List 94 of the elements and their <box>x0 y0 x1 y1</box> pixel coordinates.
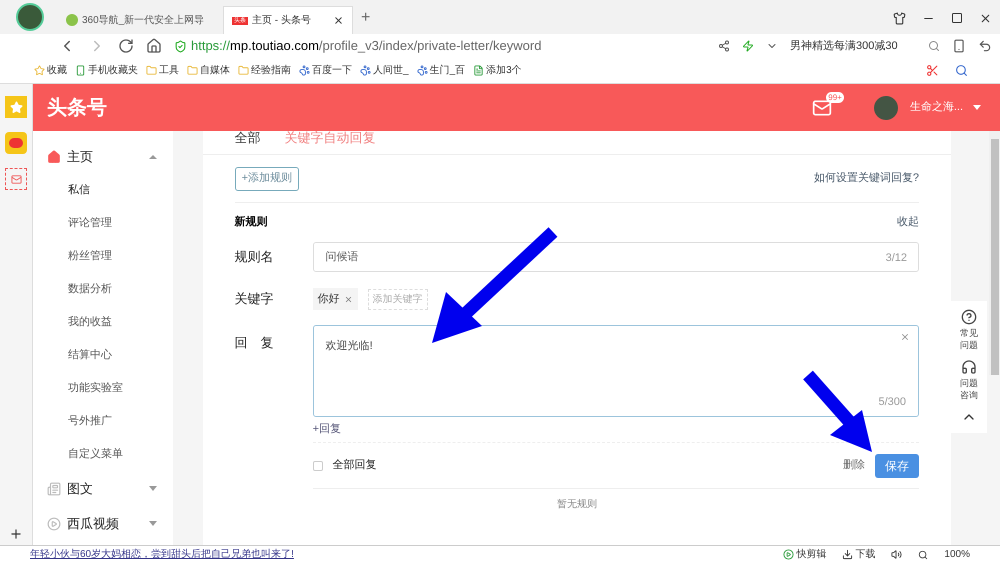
sidebar-item[interactable]: 粉丝管理 <box>33 240 173 273</box>
lightning-icon[interactable] <box>742 40 754 52</box>
star-icon <box>10 100 22 114</box>
sidebar-section[interactable]: 西瓜视频 <box>33 506 173 541</box>
sidebar-section[interactable]: 主页 <box>33 139 173 174</box>
status-item[interactable]: 快剪辑 <box>783 547 826 562</box>
star-icon <box>34 65 45 76</box>
keyword-tag: 你好 <box>312 288 358 310</box>
bookmark-item[interactable]: 经验指南 <box>238 63 291 78</box>
add-rule-button[interactable]: +添加规则 <box>234 166 300 190</box>
question-icon <box>961 309 977 325</box>
tab-icon <box>66 14 78 26</box>
phone-icon <box>75 65 86 76</box>
close-icon[interactable] <box>979 12 992 25</box>
folder-icon <box>238 65 249 76</box>
field-label: 关键字 <box>234 290 275 308</box>
paw-icon <box>299 65 310 76</box>
search-icon[interactable] <box>928 40 940 52</box>
bookmark-item[interactable]: 收藏 <box>34 63 67 78</box>
empty-message: 暂无规则 <box>556 498 597 512</box>
video-icon <box>47 516 61 530</box>
sidebar-item[interactable]: 我的收益 <box>33 306 173 339</box>
bookmark-item[interactable]: 手机收藏夹 <box>75 63 138 78</box>
news-link[interactable]: 年轻小伙与60岁大妈相恋，尝到甜头后把自己兄弟也叫来了! <box>30 547 294 562</box>
field-label: 规则名 <box>234 248 275 266</box>
bookmark-item[interactable]: 生门_百 <box>416 63 466 78</box>
bookmark-item[interactable]: 百度一下 <box>299 63 352 78</box>
zoom-level[interactable]: 100% <box>944 547 970 562</box>
caret-icon[interactable] <box>973 105 981 110</box>
home-icon[interactable] <box>146 38 162 54</box>
search-icon[interactable] <box>955 64 968 77</box>
content-tab[interactable]: 全部 <box>234 128 261 148</box>
zoom-icon[interactable] <box>918 550 928 560</box>
phone-icon[interactable] <box>952 39 966 53</box>
new-tab-button[interactable]: + <box>353 6 378 30</box>
sidebar-item[interactable]: 号外推广 <box>33 405 173 438</box>
bookmark-item[interactable]: 工具 <box>146 63 179 78</box>
bookmark-item[interactable]: 人间世_ <box>360 63 409 78</box>
browser-tab[interactable]: 360导航_新一代安全上网导 <box>58 6 223 34</box>
browser-logo-icon[interactable] <box>16 3 44 31</box>
field-label: 回 复 <box>234 334 275 352</box>
char-count: 3/12 <box>886 251 907 266</box>
search-field[interactable]: 男神精选每满300减30 <box>790 38 940 54</box>
reply-field[interactable]: 欢迎光临! 5/300 <box>312 325 919 417</box>
undo-icon[interactable] <box>978 39 992 53</box>
bookmark-item[interactable]: 自媒体 <box>187 63 230 78</box>
volume-icon[interactable] <box>891 549 902 560</box>
page-icon <box>473 65 484 76</box>
scrollbar[interactable] <box>989 131 1000 375</box>
remove-icon[interactable] <box>344 294 353 304</box>
rule-title: 新规则 <box>234 214 268 230</box>
float-panel-label: 常见问题 <box>959 327 979 351</box>
shield-icon <box>174 40 187 52</box>
char-count: 5/300 <box>878 394 906 410</box>
sidebar-item[interactable]: 自定义菜单 <box>33 438 173 471</box>
user-avatar[interactable] <box>874 96 898 120</box>
status-item[interactable]: 下载 <box>842 547 876 562</box>
delete-link[interactable]: 删除 <box>843 457 865 474</box>
sidebar-item[interactable]: 数据分析 <box>33 273 173 306</box>
help-link[interactable]: 如何设置关键词回复? <box>814 170 919 187</box>
home-icon <box>47 150 61 164</box>
add-reply-link[interactable]: +回复 <box>312 421 342 438</box>
article-icon <box>47 482 61 496</box>
sidebar-item[interactable]: 结算中心 <box>33 339 173 372</box>
tab-title: 主页 - 头条号 <box>252 14 312 28</box>
sidebar-section[interactable]: 图文 <box>33 471 173 506</box>
paw-icon <box>360 65 371 76</box>
tab-title: 360导航_新一代安全上网导 <box>82 14 206 28</box>
reply-all-checkbox[interactable] <box>312 460 323 470</box>
play-icon <box>783 549 794 560</box>
mail-badge: 99+ <box>826 92 844 103</box>
reload-icon[interactable] <box>118 38 134 54</box>
address-field[interactable]: https://mp.toutiao.com/profile_v3/index/private-letter/keyword <box>174 36 674 56</box>
bookmark-item[interactable]: 添加3个 <box>473 63 522 78</box>
headset-icon <box>961 359 977 375</box>
email-icon[interactable] <box>5 168 27 190</box>
sidebar-item[interactable]: 评论管理 <box>33 207 173 240</box>
sidebar-item[interactable]: 功能实验室 <box>33 372 173 405</box>
download-icon <box>842 549 854 560</box>
mail-icon <box>10 174 22 184</box>
maximize-icon[interactable] <box>951 12 963 24</box>
add-icon[interactable] <box>9 527 23 541</box>
close-icon[interactable] <box>333 15 344 26</box>
checkbox-label: 全部回复 <box>332 458 377 474</box>
paw-icon <box>416 65 428 76</box>
float-panel-label: 问题咨询 <box>959 377 979 401</box>
folder-icon <box>146 65 157 76</box>
scissors-icon[interactable] <box>926 64 939 77</box>
skin-icon[interactable] <box>893 12 906 25</box>
clear-icon[interactable] <box>900 332 910 342</box>
share-icon[interactable] <box>718 40 730 52</box>
sidebar-item[interactable]: 私信 <box>33 174 173 207</box>
folder-icon <box>187 65 198 76</box>
collapse-link[interactable]: 收起 <box>897 214 919 230</box>
